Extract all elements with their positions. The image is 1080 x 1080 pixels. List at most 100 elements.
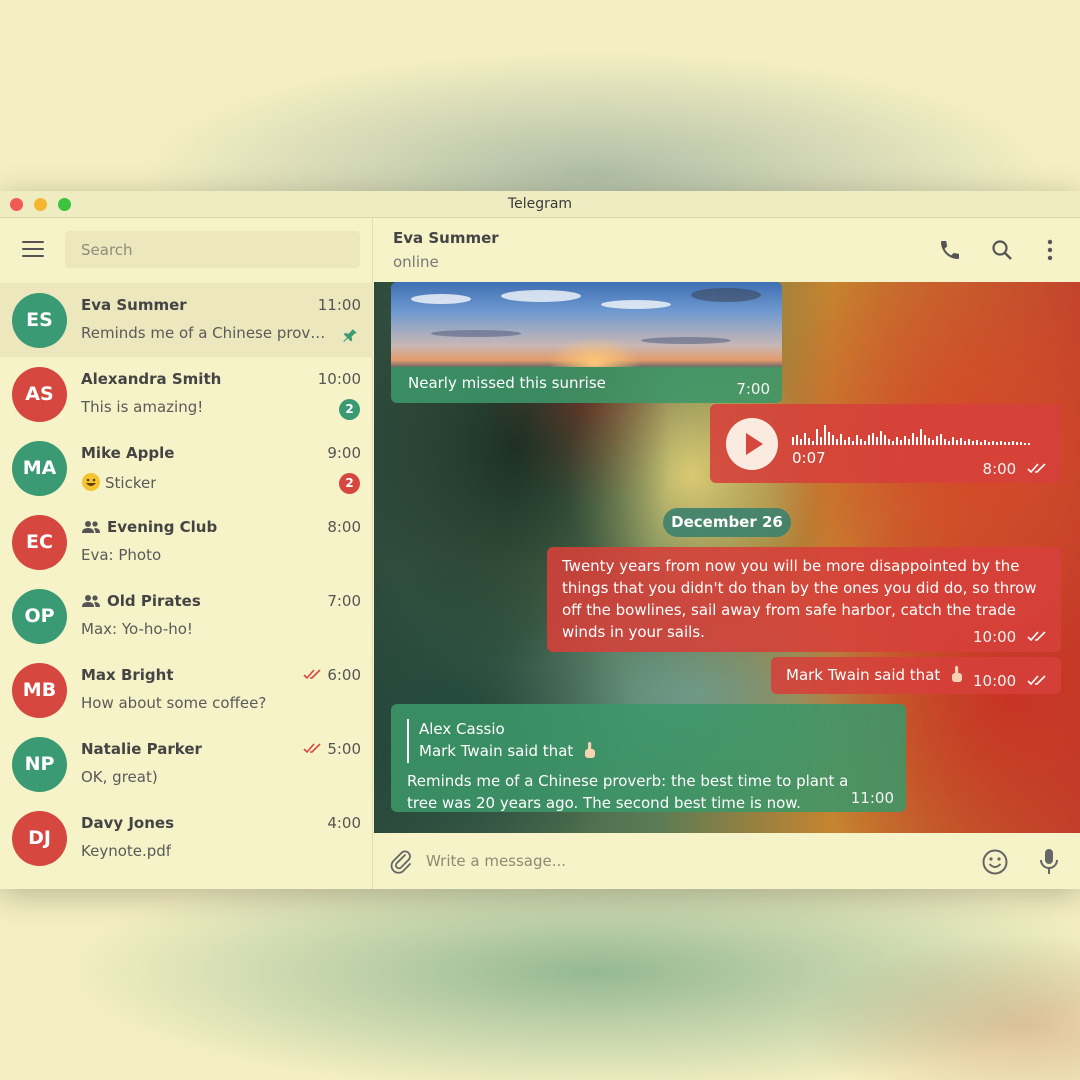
pointing-up-emoji-icon [585, 742, 596, 758]
chat-preview: How about some coffee? [81, 694, 267, 712]
phone-icon[interactable] [938, 238, 962, 262]
chat-item-evening-club[interactable]: EC Evening Club 8:00 Eva: Photo [0, 505, 373, 579]
chat-name: Eva Summer [81, 296, 187, 314]
chat-item-davy-jones[interactable]: DJ Davy Jones 4:00 Keynote.pdf [0, 801, 373, 875]
photo-caption: Nearly missed this sunrise [408, 374, 606, 392]
chat-item-alexandra-smith[interactable]: AS Alexandra Smith 10:00 This is amazing… [0, 357, 373, 431]
more-vertical-icon[interactable] [1040, 238, 1060, 262]
message-time: 10:00 [972, 672, 1017, 690]
message-time: 7:00 [736, 380, 770, 398]
voice-message: 0:07 8:00 [710, 404, 1061, 483]
chat-time: 7:00 [327, 592, 361, 610]
chat-name: Davy Jones [81, 814, 175, 832]
unread-badge: 2 [339, 399, 360, 420]
chat-time: 8:00 [327, 518, 361, 536]
reply-quote: Mark Twain said that [419, 742, 574, 760]
chat-item-eva-summer[interactable]: ES Eva Summer 11:00 Reminds me of a Chin… [0, 283, 373, 357]
message-text: Mark Twain said that [786, 666, 941, 684]
message-text-row: Mark Twain said that [786, 665, 965, 684]
message-time: 8:00 [982, 460, 1017, 478]
message-time-row: 8:00 [983, 460, 1049, 478]
chat-time: 10:00 [317, 370, 361, 388]
message-input[interactable] [426, 843, 946, 879]
avatar: OP [12, 589, 67, 644]
chat-item-mike-apple[interactable]: MA Mike Apple 9:00 Sticker 2 [0, 431, 373, 505]
chat-name: Mike Apple [81, 444, 175, 462]
incoming-reply-message[interactable]: Alex Cassio Mark Twain said that Reminds… [391, 704, 906, 812]
chat-name: Old Pirates [107, 592, 201, 610]
voice-duration: 0:07 [792, 449, 826, 467]
chat-name: Max Bright [81, 666, 174, 684]
outgoing-message[interactable]: Twenty years from now you will be more d… [547, 547, 1061, 652]
reply-quote-row[interactable]: Mark Twain said that [419, 741, 598, 760]
pin-icon [343, 329, 357, 342]
avatar: MA [12, 441, 67, 496]
group-icon [82, 595, 100, 607]
chat-preview: Keynote.pdf [81, 842, 172, 860]
chat-time-row: 5:00 [303, 740, 361, 758]
message-time-row: 10:00 [973, 628, 1049, 646]
play-icon [746, 433, 763, 455]
chat-preview: Sticker [105, 474, 157, 492]
unread-badge: 2 [339, 473, 360, 494]
chat-time: 5:00 [327, 740, 361, 758]
message-time: 10:00 [972, 628, 1017, 646]
avatar: EC [12, 515, 67, 570]
sunrise-photo[interactable] [391, 282, 782, 367]
reply-bar [407, 719, 409, 763]
avatar: AS [12, 367, 67, 422]
chat-time-row: 6:00 [303, 666, 361, 684]
chat-name-row: Old Pirates [81, 592, 201, 610]
search-input[interactable] [65, 231, 360, 268]
chat-item-max-bright[interactable]: MB Max Bright 6:00 How about some coffee… [0, 653, 373, 727]
chat-item-natalie-parker[interactable]: NP Natalie Parker 5:00 OK, great) [0, 727, 373, 801]
double-check-icon [1027, 463, 1046, 474]
chat-name: Evening Club [107, 518, 218, 536]
chat-preview: OK, great) [81, 768, 158, 786]
chat-preview: Max: Yo-ho-ho! [81, 620, 193, 638]
grinning-emoji-icon [82, 473, 100, 491]
telegram-window: Telegram ES Eva Summer 11:00 Reminds me … [0, 191, 1080, 889]
message-time-row: 10:00 [973, 672, 1049, 690]
chat-preview-row: Sticker [81, 472, 156, 492]
chat-preview: Reminds me of a Chinese prover... [81, 324, 331, 342]
chat-header: Eva Summer online [374, 218, 1080, 282]
chat-time: 9:00 [327, 444, 361, 462]
chat-time: 6:00 [327, 666, 361, 684]
avatar: ES [12, 293, 67, 348]
double-check-icon [1027, 631, 1046, 642]
play-button[interactable] [726, 418, 778, 470]
message-area: Nearly missed this sunrise 7:00 0:07 8:0… [374, 282, 1080, 833]
chat-list-sidebar: ES Eva Summer 11:00 Reminds me of a Chin… [0, 218, 373, 889]
hamburger-menu-icon[interactable] [22, 241, 44, 257]
chat-preview: Eva: Photo [81, 546, 162, 564]
attach-icon[interactable] [388, 848, 414, 874]
chat-item-old-pirates[interactable]: OP Old Pirates 7:00 Max: Yo-ho-ho! [0, 579, 373, 653]
date-separator: December 26 [663, 508, 791, 537]
microphone-icon[interactable] [1039, 848, 1059, 876]
title-bar: Telegram [0, 191, 1080, 218]
outgoing-message[interactable]: Mark Twain said that 10:00 [771, 657, 1061, 694]
chat-name: Natalie Parker [81, 740, 202, 758]
photo-message[interactable]: Nearly missed this sunrise 7:00 [391, 282, 782, 403]
pointing-up-emoji-icon [952, 666, 963, 682]
reply-author[interactable]: Alex Cassio [419, 720, 505, 738]
double-check-icon [303, 743, 321, 754]
chat-name-row: Evening Club [81, 518, 217, 536]
chat-time: 11:00 [317, 296, 361, 314]
double-check-icon [303, 669, 321, 680]
peer-name[interactable]: Eva Summer [393, 229, 499, 247]
chat-name: Alexandra Smith [81, 370, 222, 388]
group-icon [82, 521, 100, 533]
message-time: 11:00 [850, 789, 894, 807]
chat-time: 4:00 [327, 814, 361, 832]
avatar: MB [12, 663, 67, 718]
peer-status: online [393, 253, 439, 271]
chat-preview: This is amazing! [81, 398, 204, 416]
search-icon[interactable] [990, 238, 1014, 262]
message-text: Reminds me of a Chinese proverb: the bes… [407, 772, 849, 812]
avatar: NP [12, 737, 67, 792]
double-check-icon [1027, 675, 1046, 686]
emoji-icon[interactable] [981, 848, 1009, 876]
voice-waveform[interactable] [792, 423, 1036, 445]
